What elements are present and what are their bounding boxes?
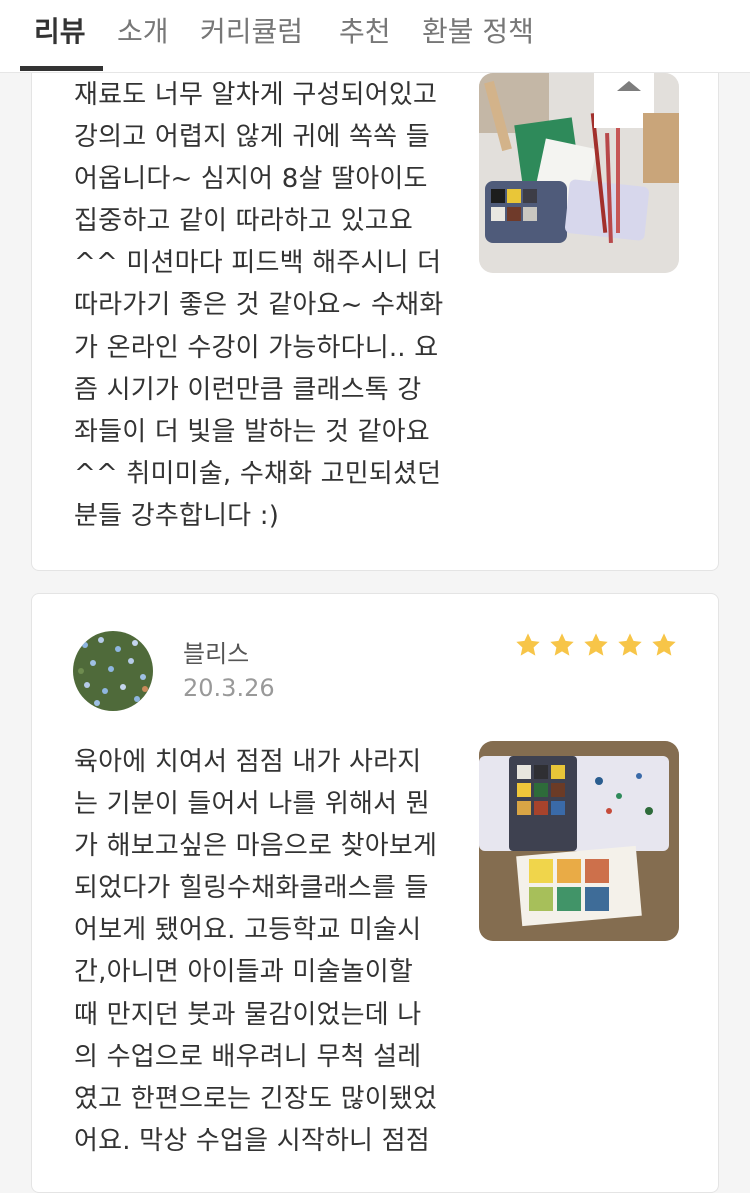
review-text-line: 따라가기 좋은 것 같아요~ 수채화 <box>74 290 444 321</box>
review-text-line: 는 기분이 들어서 나를 위해서 뭔 <box>74 789 430 820</box>
star-icon <box>618 633 642 656</box>
review-text-line: 육아에 치여서 점점 내가 사라지 <box>74 747 422 777</box>
review-text-line: ^^ 취미미술, 수채화 고민되셨던 <box>74 458 442 489</box>
star-icon <box>550 633 574 656</box>
review-text-line: 즘 시기가 이런만큼 클래스톡 강 <box>74 374 422 405</box>
star-icon <box>516 633 540 656</box>
tab-bar: 리뷰 소개 커리큘럼 추천 환불 정책 <box>0 0 750 73</box>
review-text-line: 어요. 막상 수업을 시작하니 점점 <box>74 1125 430 1156</box>
review-photo-thumbnail[interactable] <box>479 73 679 273</box>
review-text-line: 간,아니면 아이들과 미술놀이할 <box>74 957 413 988</box>
review-text-line: 되었다가 힐링수채화클래스를 들 <box>74 873 429 904</box>
review-text-line: 였고 한편으로는 긴장도 많이됐었 <box>74 1083 438 1114</box>
review-text-line: 의 수업으로 배우려니 무척 설레 <box>74 1041 422 1072</box>
avatar-image <box>73 631 153 711</box>
tab-reviews[interactable]: 리뷰 <box>34 10 86 54</box>
review-text-line: 좌들이 더 빛을 발하는 것 같아요 <box>74 416 430 447</box>
tab-intro[interactable]: 소개 <box>117 10 169 54</box>
reviewer-name: 블리스 <box>183 640 250 668</box>
review-text-line: 분들 강추합니다 :) <box>74 500 280 531</box>
tab-refund-policy[interactable]: 환불 정책 <box>422 10 534 54</box>
review-text: 재료도 너무 알차게 구성되어있고 강의고 어렵지 않게 귀에 쏙쏙 들 어옵니… <box>74 74 459 537</box>
art-supplies-photo <box>479 73 679 273</box>
star-icon <box>584 633 608 656</box>
review-text-line: 가 온라인 수강이 가능하다니.. 요 <box>74 332 439 363</box>
star-rating <box>514 631 678 659</box>
review-date: 20.3.26 <box>183 674 275 702</box>
active-tab-indicator <box>20 66 103 71</box>
review-text-line: 집중하고 같이 따라하고 있고요 <box>74 206 413 237</box>
review-card: 재료도 너무 알차게 구성되어있고 강의고 어렵지 않게 귀에 쏙쏙 들 어옵니… <box>31 40 719 571</box>
review-text-line: 어보게 됐어요. 고등학교 미술시 <box>74 915 422 946</box>
review-text-line: 때 만지던 붓과 물감이었는데 나 <box>74 999 422 1030</box>
star-icon <box>652 633 676 656</box>
tab-recommend[interactable]: 추천 <box>339 10 391 54</box>
review-text-line: 재료도 너무 알차게 구성되어있고 <box>74 80 438 110</box>
tab-curriculum[interactable]: 커리큘럼 <box>200 10 303 54</box>
review-card: 블리스 20.3.26 육아에 치여서 점점 내가 사라지 는 기분이 들어서 … <box>31 593 719 1193</box>
review-photo-thumbnail[interactable] <box>479 741 679 941</box>
review-text-line: 가 해보고싶은 마음으로 찾아보게 <box>74 831 438 862</box>
review-text-line: 어옵니다~ 심지어 8살 딸아이도 <box>74 164 428 195</box>
watercolor-palette-photo <box>479 741 679 941</box>
avatar[interactable] <box>73 631 153 711</box>
review-text-line: ^^ 미션마다 피드백 해주시니 더 <box>74 248 442 279</box>
review-text: 육아에 치여서 점점 내가 사라지 는 기분이 들어서 나를 위해서 뭔 가 해… <box>74 741 459 1162</box>
review-text-line: 강의고 어렵지 않게 귀에 쏙쏙 들 <box>74 122 430 153</box>
